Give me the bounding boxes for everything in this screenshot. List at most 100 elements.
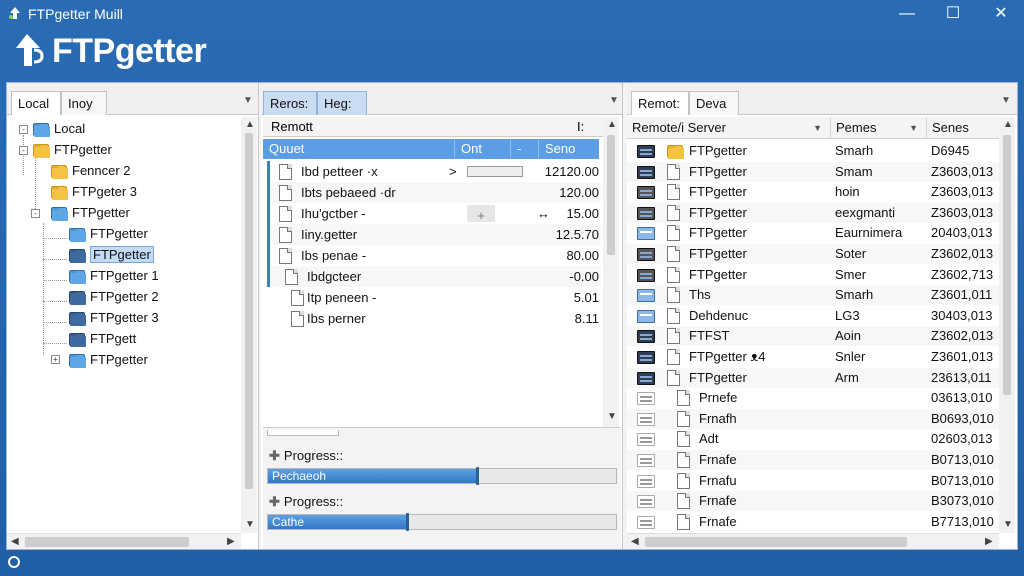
remote-file-row[interactable]: FTPgetter Smarh D6945 — [627, 141, 999, 161]
remote-file-row[interactable]: Frnafe B7713,010 — [627, 512, 999, 532]
tree-item-local[interactable]: Local — [33, 119, 85, 139]
remote-file-row[interactable]: Ths Smarh Z3601,011 — [627, 285, 999, 306]
tree-item[interactable]: FTPgetter — [33, 140, 112, 160]
tab-deva[interactable]: Deva — [689, 91, 739, 115]
remote-file-row[interactable]: FTPgetter eexgmanti Z3603,013 — [627, 202, 999, 223]
tree-expander[interactable]: - — [19, 125, 28, 134]
remote-file-row[interactable]: Dehdenuc LG3 30403,013 — [627, 306, 999, 326]
queue-row[interactable]: Ihu'gctber - + ↔ 15.00 — [271, 203, 601, 224]
app-logo-icon — [9, 7, 20, 19]
queue-row[interactable]: Itp peneen - 5.01 — [271, 287, 601, 308]
scroll-down-arrow-icon[interactable]: ▼ — [607, 411, 617, 422]
row-action-arrow[interactable]: > — [449, 161, 463, 182]
remote-horizontal-scrollbar[interactable]: ◀ ▶ — [627, 533, 999, 549]
remote-file-row[interactable]: Frnafe B3073,010 — [627, 491, 999, 512]
tree-line — [43, 280, 67, 281]
left-vertical-scrollbar[interactable]: ▲ ▼ — [241, 117, 257, 533]
scroll-up-arrow-icon[interactable]: ▲ — [1003, 119, 1013, 130]
scroll-left-arrow-icon[interactable]: ◀ — [631, 536, 639, 547]
remote-file-row[interactable]: FTPgetter hoin Z3603,013 — [627, 182, 999, 202]
scroll-thumb[interactable] — [25, 537, 189, 547]
tab-inoy[interactable]: Inoy — [61, 91, 107, 115]
add-icon[interactable]: + — [467, 205, 495, 223]
column-header[interactable]: Quuet — [263, 139, 455, 159]
column-header[interactable]: Ont — [455, 139, 511, 159]
remote-file-row[interactable]: FTPgetter ᴥ4 Snler Z3601,013 — [627, 347, 999, 367]
progress-handle[interactable] — [476, 467, 479, 485]
tree-item[interactable]: FTPgeter 3 — [51, 182, 137, 202]
transfer-slider[interactable] — [467, 166, 523, 177]
tree-item[interactable]: FTPgett — [69, 329, 136, 349]
splitter-tab[interactable] — [267, 430, 339, 436]
local-tabs: Local Inoy ▼ — [7, 83, 258, 115]
file-icon — [667, 163, 680, 180]
progress-handle[interactable] — [406, 513, 409, 531]
tree-item[interactable]: FTPgetter 2 — [69, 287, 159, 307]
tab-remot[interactable]: Remot: — [631, 91, 689, 115]
file-name: Adt — [699, 431, 719, 447]
file-icon — [291, 290, 304, 306]
remote-file-row[interactable]: FTPgetter Eaurnimera 20403,013 — [627, 223, 999, 243]
scroll-up-arrow-icon[interactable]: ▲ — [607, 119, 617, 130]
minimize-button[interactable]: — — [892, 4, 922, 24]
remote-file-row[interactable]: Frnafu B0713,010 — [627, 471, 999, 491]
remote-file-row[interactable]: Adt 02603,013 — [627, 429, 999, 449]
remote-file-row[interactable]: FTPgetter Smam Z3603,013 — [627, 161, 999, 182]
column-header[interactable]: - — [511, 139, 539, 159]
file-permissions — [835, 388, 925, 409]
scroll-thumb[interactable] — [645, 537, 907, 547]
folder-blue-icon — [69, 354, 86, 369]
scroll-down-arrow-icon[interactable]: ▼ — [245, 519, 255, 530]
tab-heg[interactable]: Heg: — [317, 91, 367, 115]
tree-item[interactable]: Fenncer 2 — [51, 161, 131, 181]
queue-vertical-scrollbar[interactable]: ▲ ▼ — [603, 117, 619, 427]
tree-item-selected[interactable]: FTPgetter — [69, 245, 154, 265]
queue-row[interactable]: Ibd petteer ·x > 12120.00 — [271, 161, 601, 182]
remote-vertical-scrollbar[interactable]: ▲ ▼ — [999, 117, 1015, 533]
remote-file-row[interactable]: Frnafe B0713,010 — [627, 450, 999, 470]
file-size: 23613,011 — [931, 369, 992, 385]
scroll-left-arrow-icon[interactable]: ◀ — [11, 536, 19, 547]
tree-expander[interactable]: - — [19, 146, 28, 155]
tree-item[interactable]: FTPgetter 3 — [69, 308, 159, 328]
tab-reros[interactable]: Reros: — [263, 91, 317, 115]
column-header-senes[interactable]: Senes — [927, 117, 999, 139]
scroll-right-arrow-icon[interactable]: ▶ — [985, 536, 993, 547]
queue-row[interactable]: Ibs perner 8.11 — [271, 308, 601, 329]
left-horizontal-scrollbar[interactable]: ◀ ▶ — [7, 533, 241, 549]
tab-local[interactable]: Local — [11, 91, 61, 115]
remote-file-row[interactable]: FTFST Aoin Z3602,013 — [627, 326, 999, 347]
queue-row[interactable]: Ibdgcteer -0.00 — [271, 266, 601, 287]
tree-expander[interactable]: + — [51, 355, 60, 364]
column-header-pemes[interactable]: Pemes ▼ — [831, 117, 927, 139]
column-header[interactable]: Seno — [539, 139, 599, 159]
tree-item[interactable]: FTPgetter — [69, 224, 148, 244]
scroll-thumb[interactable] — [245, 133, 253, 489]
queue-row[interactable]: Ibs penae - 80.00 — [271, 245, 601, 266]
tree-expander[interactable]: - — [31, 209, 40, 218]
remote-file-row[interactable]: Frnafh B0693,010 — [627, 408, 999, 429]
scroll-right-arrow-icon[interactable]: ▶ — [227, 536, 235, 547]
close-button[interactable]: ✕ — [986, 4, 1016, 24]
remote-file-row[interactable]: FTPgetter Smer Z3602,713 — [627, 265, 999, 285]
maximize-button[interactable]: ☐ — [938, 4, 968, 24]
remote-file-row[interactable]: Prnefe 03613,010 — [627, 388, 999, 408]
tree-item[interactable]: FTPgetter 1 — [69, 266, 159, 286]
column-header-server[interactable]: Remote/i Server ▼ — [627, 117, 831, 139]
scroll-up-arrow-icon[interactable]: ▲ — [245, 119, 255, 130]
tab-menu-icon[interactable]: ▼ — [609, 95, 619, 106]
scroll-thumb[interactable] — [1003, 135, 1011, 395]
queue-row[interactable]: Ibts pebaeed ·dr 120.00 — [271, 182, 601, 203]
file-icon — [677, 431, 690, 448]
tree-item[interactable]: FTPgetter — [51, 203, 130, 223]
scroll-thumb[interactable] — [607, 135, 615, 255]
folder-blue-icon — [69, 270, 86, 285]
tab-menu-icon[interactable]: ▼ — [243, 95, 253, 106]
scroll-down-arrow-icon[interactable]: ▼ — [1003, 519, 1013, 530]
tree-item[interactable]: FTPgetter — [69, 350, 148, 370]
tab-menu-icon[interactable]: ▼ — [1001, 95, 1011, 106]
file-name: Prnefe — [699, 390, 738, 406]
remote-file-row[interactable]: FTPgetter Arm 23613,011 — [627, 367, 999, 388]
remote-file-row[interactable]: FTPgetter Soter Z3602,013 — [627, 244, 999, 264]
queue-row[interactable]: Iiny.getter 12.5.70 — [271, 224, 601, 245]
